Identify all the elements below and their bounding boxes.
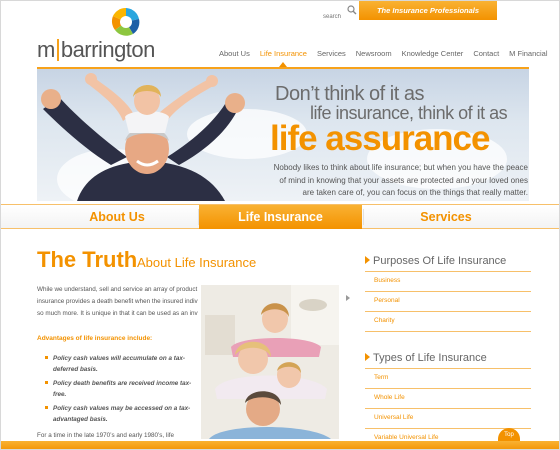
hero-headline-3: life assurance	[270, 119, 490, 158]
history-paragraph: For a time in the late 1970’s and early …	[37, 432, 174, 439]
logo-icon[interactable]	[109, 5, 143, 39]
tab-about-us[interactable]: About Us	[37, 205, 197, 229]
sidebar-link-universal-life[interactable]: Universal Life	[365, 409, 531, 429]
advantages-heading: Advantages of life insurance include:	[37, 335, 153, 342]
intro-line: While we understand, sell and service an…	[37, 286, 198, 293]
nav-contact[interactable]: Contact	[468, 49, 504, 58]
sidebar-link-personal[interactable]: Personal	[365, 292, 531, 312]
sidebar-heading-label: Purposes Of Life Insurance	[373, 255, 507, 267]
list-item: Policy cash values will accumulate on a …	[45, 353, 195, 375]
tab-life-insurance[interactable]: Life Insurance	[199, 205, 362, 229]
sidebar-link-term[interactable]: Term	[365, 369, 531, 389]
page-title: The Truth	[37, 247, 138, 272]
list-item: Policy death benefits are received incom…	[45, 378, 195, 400]
logo-divider	[56, 39, 59, 61]
sidebar-link-whole-life[interactable]: Whole Life	[365, 389, 531, 409]
logo-name: barrington	[60, 37, 156, 62]
intro-paragraph: While we understand, sell and service an…	[37, 284, 202, 320]
search-icon[interactable]	[347, 5, 357, 15]
page-frame: mbarrington The Insurance Professionals …	[0, 0, 560, 450]
nav-m-financial[interactable]: M Financial	[504, 49, 552, 58]
father-daughter-photo	[41, 73, 245, 201]
intro-line: so much more. It is unique in that it ca…	[37, 310, 198, 317]
footer-bar	[1, 441, 559, 449]
logo-m: m	[37, 37, 55, 62]
search-box	[301, 5, 357, 23]
advantages-list: Policy cash values will accumulate on a …	[45, 353, 195, 428]
nav-about-us[interactable]: About Us	[214, 49, 255, 58]
page-subtitle: About Life Insurance	[137, 255, 257, 270]
nav-services[interactable]: Services	[312, 49, 351, 58]
list-item: Policy cash values may be accessed on a …	[45, 403, 195, 425]
search-input[interactable]	[301, 11, 341, 23]
sidebar-link-business[interactable]: Business	[365, 272, 531, 292]
main-nav: About Us Life Insurance Services Newsroo…	[214, 49, 553, 67]
sidebar-link-charity[interactable]: Charity	[365, 312, 531, 332]
tab-services[interactable]: Services	[364, 205, 528, 229]
hero-banner: Don’t think of it as life insurance, thi…	[37, 69, 529, 201]
sidebar-heading-label: Types of Life Insurance	[373, 352, 487, 364]
sidebar-heading-purposes: Purposes Of Life Insurance	[365, 255, 506, 267]
intro-line: insurance provides a death benefit when …	[37, 298, 198, 305]
nav-knowledge-center[interactable]: Knowledge Center	[397, 49, 469, 58]
family-photo	[201, 285, 339, 439]
gallery-next-arrow[interactable]	[346, 295, 350, 301]
hero-body-text: Nobody likes to think about life insuran…	[273, 163, 528, 197]
caret-right-icon	[365, 256, 370, 264]
logo-wordmark[interactable]: m barrington	[37, 37, 155, 63]
nav-life-insurance[interactable]: Life Insurance	[255, 49, 312, 67]
nav-newsroom[interactable]: Newsroom	[351, 49, 397, 58]
section-tabs: About Us Life Insurance Services	[1, 204, 559, 229]
tagline-banner: The Insurance Professionals	[359, 1, 497, 20]
caret-right-icon	[365, 353, 370, 361]
sidebar-heading-types: Types of Life Insurance	[365, 352, 487, 364]
